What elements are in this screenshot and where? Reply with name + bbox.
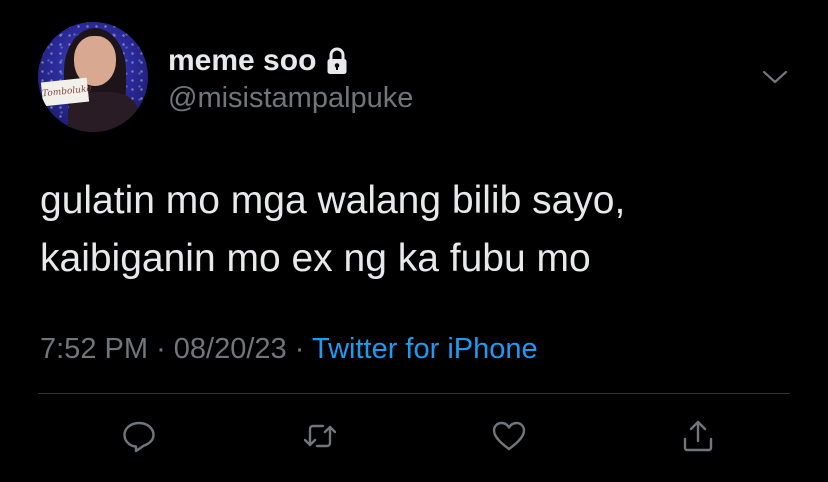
retweet-button[interactable] [298, 414, 342, 458]
like-icon [492, 421, 526, 451]
share-button[interactable] [676, 414, 720, 458]
user-handle[interactable]: @misistampalpuke [168, 82, 413, 115]
tweet-line: kaibiganin mo ex ng ka fubu mo [40, 237, 591, 280]
tweet-meta: 7:52 PM · 08/20/23 · Twitter for iPhone [40, 333, 538, 366]
lock-icon [327, 47, 347, 74]
divider [38, 393, 790, 394]
like-button[interactable] [487, 414, 531, 458]
chevron-down-icon[interactable] [762, 68, 788, 86]
avatar[interactable]: Tomboluke [38, 22, 148, 132]
avatar-sign: Tomboluke [40, 77, 92, 107]
action-bar [0, 414, 828, 458]
tweet-time: 7:52 PM [40, 333, 148, 365]
meta-separator: · [156, 333, 166, 365]
meta-separator: · [294, 333, 305, 365]
retweet-icon [303, 424, 337, 448]
share-icon [683, 420, 713, 452]
tweet-text: gulatin mo mga walang bilib sayo, kaibig… [40, 172, 800, 288]
display-name[interactable]: meme soo [168, 44, 348, 78]
tweet-date: 08/20/23 [173, 333, 287, 365]
reply-icon [123, 421, 155, 453]
tweet-line: gulatin mo mga walang bilib sayo, [40, 179, 626, 222]
display-name-text: meme soo [168, 44, 317, 77]
reply-button[interactable] [117, 414, 161, 458]
tweet-source-link[interactable]: Twitter for iPhone [312, 333, 538, 365]
